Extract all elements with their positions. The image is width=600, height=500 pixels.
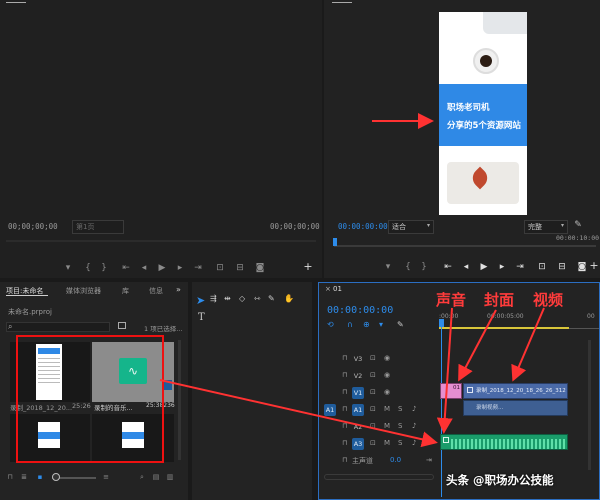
arrow-sound	[436, 307, 453, 434]
annotation-arrows	[159, 113, 545, 448]
arrow-from-project	[159, 379, 438, 448]
arrow-video	[511, 307, 545, 382]
arrow-cover	[458, 309, 497, 382]
watermark: 头条 @职场办公技能	[446, 473, 554, 487]
